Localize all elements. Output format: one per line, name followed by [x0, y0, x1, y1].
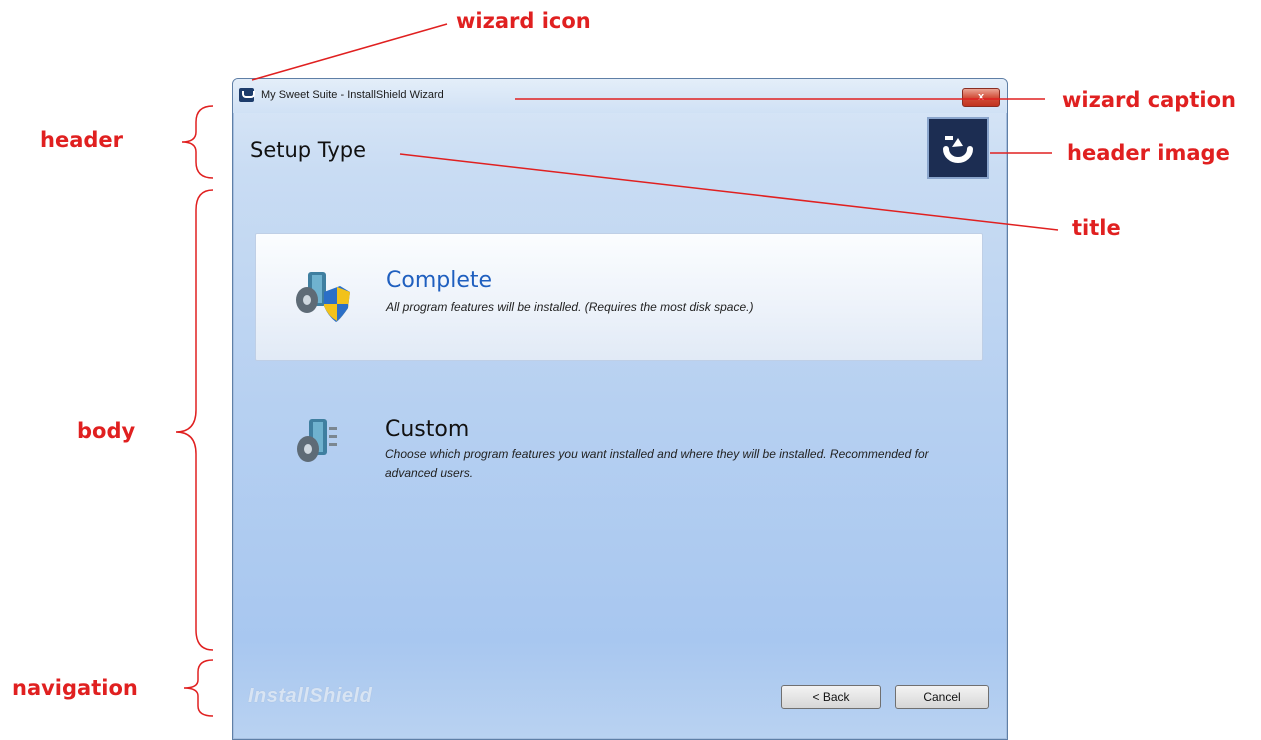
- cancel-button[interactable]: Cancel: [895, 685, 989, 709]
- close-button[interactable]: x: [962, 88, 1000, 107]
- annotation-title: title: [1072, 216, 1121, 240]
- annotation-navigation: navigation: [12, 676, 138, 700]
- page-title: Setup Type: [250, 138, 367, 162]
- brace-navigation: [183, 659, 214, 717]
- annotation-header: header: [40, 128, 123, 152]
- annotation-header-image: header image: [1067, 141, 1230, 165]
- option-complete-title[interactable]: Complete: [386, 268, 492, 293]
- computer-disk-shield-icon: [296, 272, 350, 322]
- option-custom-title[interactable]: Custom: [385, 417, 469, 442]
- wizard-caption: My Sweet Suite - InstallShield Wizard: [261, 89, 444, 101]
- wizard-window: My Sweet Suite - InstallShield Wizard x …: [232, 78, 1008, 740]
- refresh-arrow-icon: [943, 136, 973, 163]
- back-button[interactable]: < Back: [781, 685, 881, 709]
- annotation-wizard-caption: wizard caption: [1062, 88, 1236, 112]
- brace-body: [175, 189, 214, 651]
- option-custom[interactable]: Custom Choose which program features you…: [255, 391, 983, 519]
- option-custom-description: Choose which program features you want i…: [385, 447, 929, 480]
- annotation-body: body: [77, 419, 136, 443]
- brace-header: [181, 105, 214, 179]
- option-complete-description: All program features will be installed. …: [386, 300, 754, 314]
- wizard-titlebar: My Sweet Suite - InstallShield Wizard x: [233, 79, 1007, 113]
- wizard-app-icon: [239, 88, 255, 102]
- header-image: [927, 117, 989, 179]
- option-complete[interactable]: Complete All program features will be in…: [255, 233, 983, 361]
- annotation-line-wizard-icon: [251, 23, 448, 81]
- computer-disk-icon: [297, 419, 337, 462]
- installshield-logo: InstallShield: [248, 685, 373, 707]
- annotation-wizard-icon: wizard icon: [456, 9, 591, 33]
